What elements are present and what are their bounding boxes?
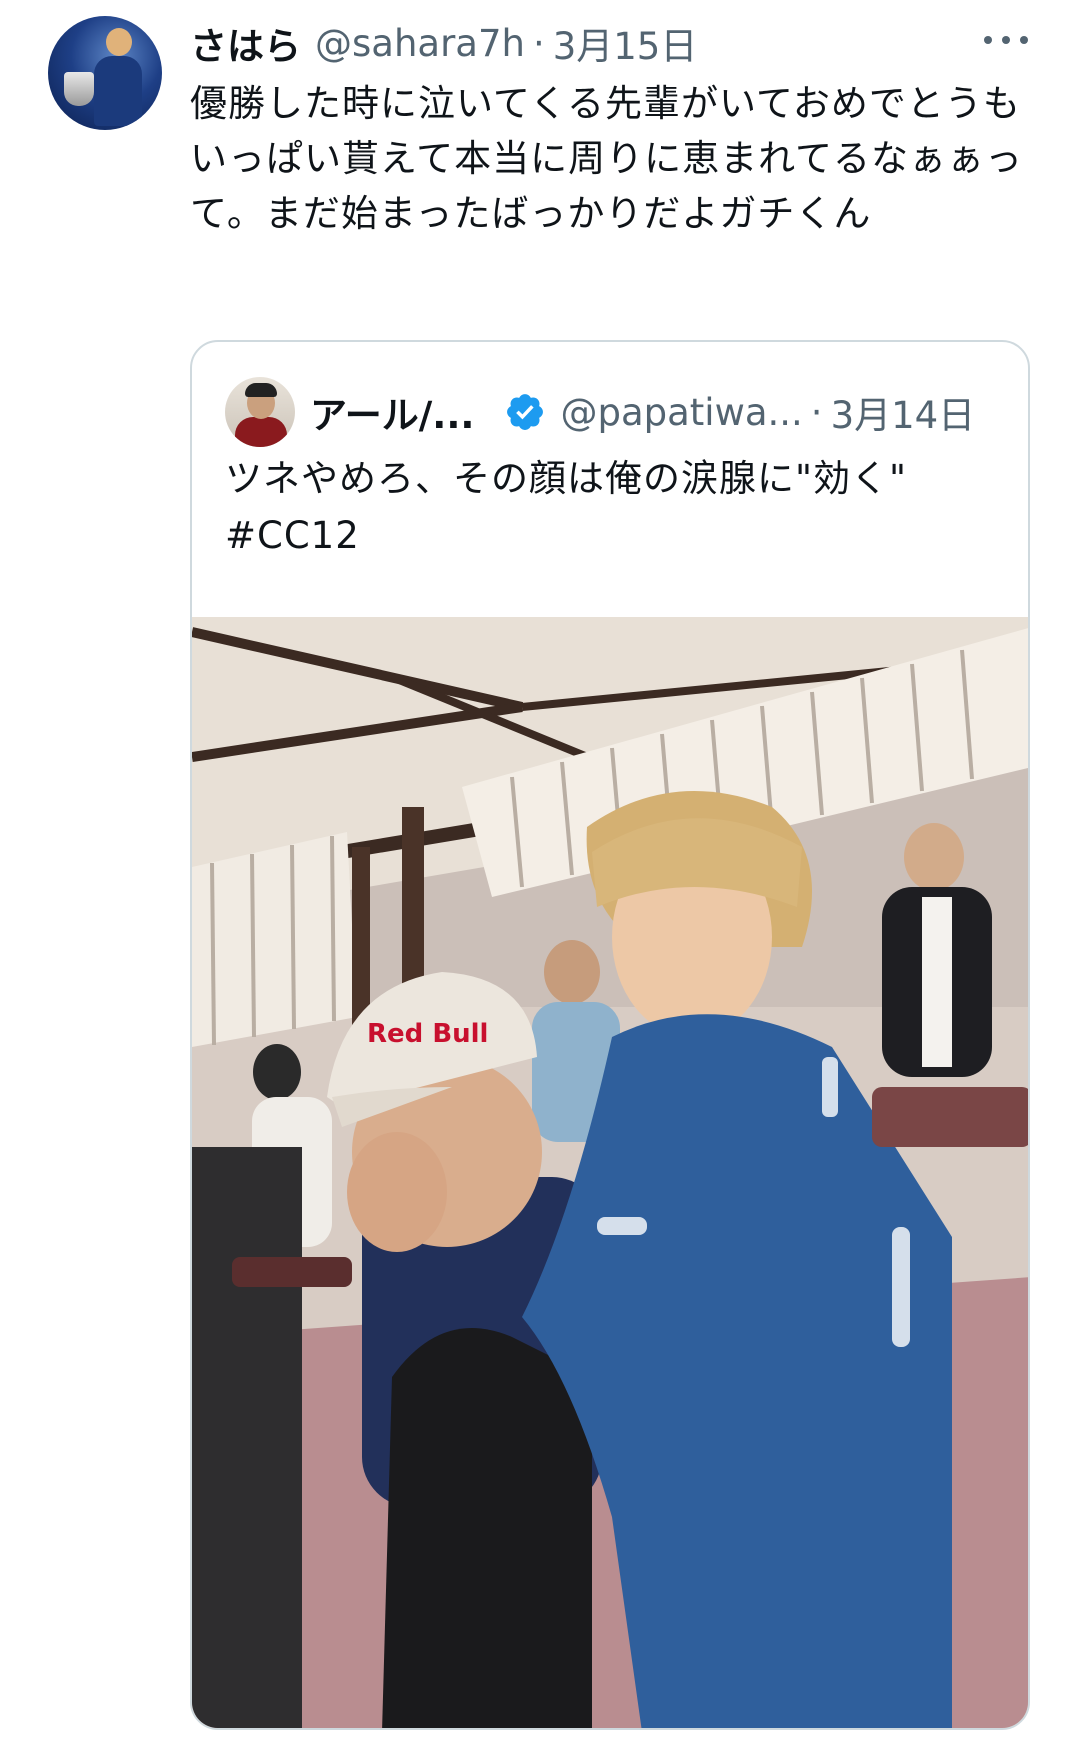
tweet[interactable]: さはら @sahara7h · 3月15日 優勝した時に泣いてくる先輩がいておめ… xyxy=(0,0,1080,1737)
quoted-avatar-hair xyxy=(245,383,277,397)
more-dot xyxy=(984,36,992,44)
more-dot xyxy=(1002,36,1010,44)
more-dot xyxy=(1020,36,1028,44)
quoted-tweet-header: アール/... @papatiwa... · 3月14日 xyxy=(310,386,975,438)
quoted-author-name[interactable]: アール/... xyxy=(310,385,474,439)
quoted-tweet[interactable]: アール/... @papatiwa... · 3月14日 ツネやめろ、その顔は俺… xyxy=(190,340,1030,1730)
tweet-text: 優勝した時に泣いてくる先輩がいておめでとうもいっぱい貰えて本当に周りに恵まれてる… xyxy=(190,82,1024,235)
quoted-author-handle[interactable]: @papatiwa... xyxy=(560,391,802,434)
avatar-figure-head xyxy=(106,28,132,56)
photo-illustration: Red Bull xyxy=(192,617,1028,1728)
author-handle[interactable]: @sahara7h xyxy=(315,22,525,65)
verified-badge-icon xyxy=(507,394,544,430)
separator-dot: · xyxy=(810,390,823,434)
quoted-text-line: ツネやめろ、その顔は俺の涙腺に"効く" xyxy=(225,457,908,500)
hashtag-link[interactable]: #CC12 xyxy=(225,507,1005,564)
separator-dot: · xyxy=(532,21,545,65)
trophy-cup xyxy=(64,72,94,106)
more-horizontal-icon[interactable] xyxy=(984,30,1028,50)
cap-logo-text: Red Bull xyxy=(367,1019,488,1049)
quoted-tweet-text: ツネやめろ、その顔は俺の涙腺に"効く" #CC12 xyxy=(225,450,1005,564)
quoted-author-avatar[interactable] xyxy=(225,377,295,447)
author-avatar[interactable] xyxy=(48,16,162,130)
tweet-header: さはら @sahara7h · 3月15日 xyxy=(190,16,698,70)
quoted-avatar-body xyxy=(235,417,287,447)
author-name[interactable]: さはら xyxy=(190,16,301,70)
tweet-date[interactable]: 3月15日 xyxy=(553,16,698,70)
avatar-figure-body xyxy=(94,56,142,126)
quoted-tweet-date[interactable]: 3月14日 xyxy=(831,385,976,439)
tweet-photo[interactable]: Red Bull xyxy=(192,617,1028,1728)
